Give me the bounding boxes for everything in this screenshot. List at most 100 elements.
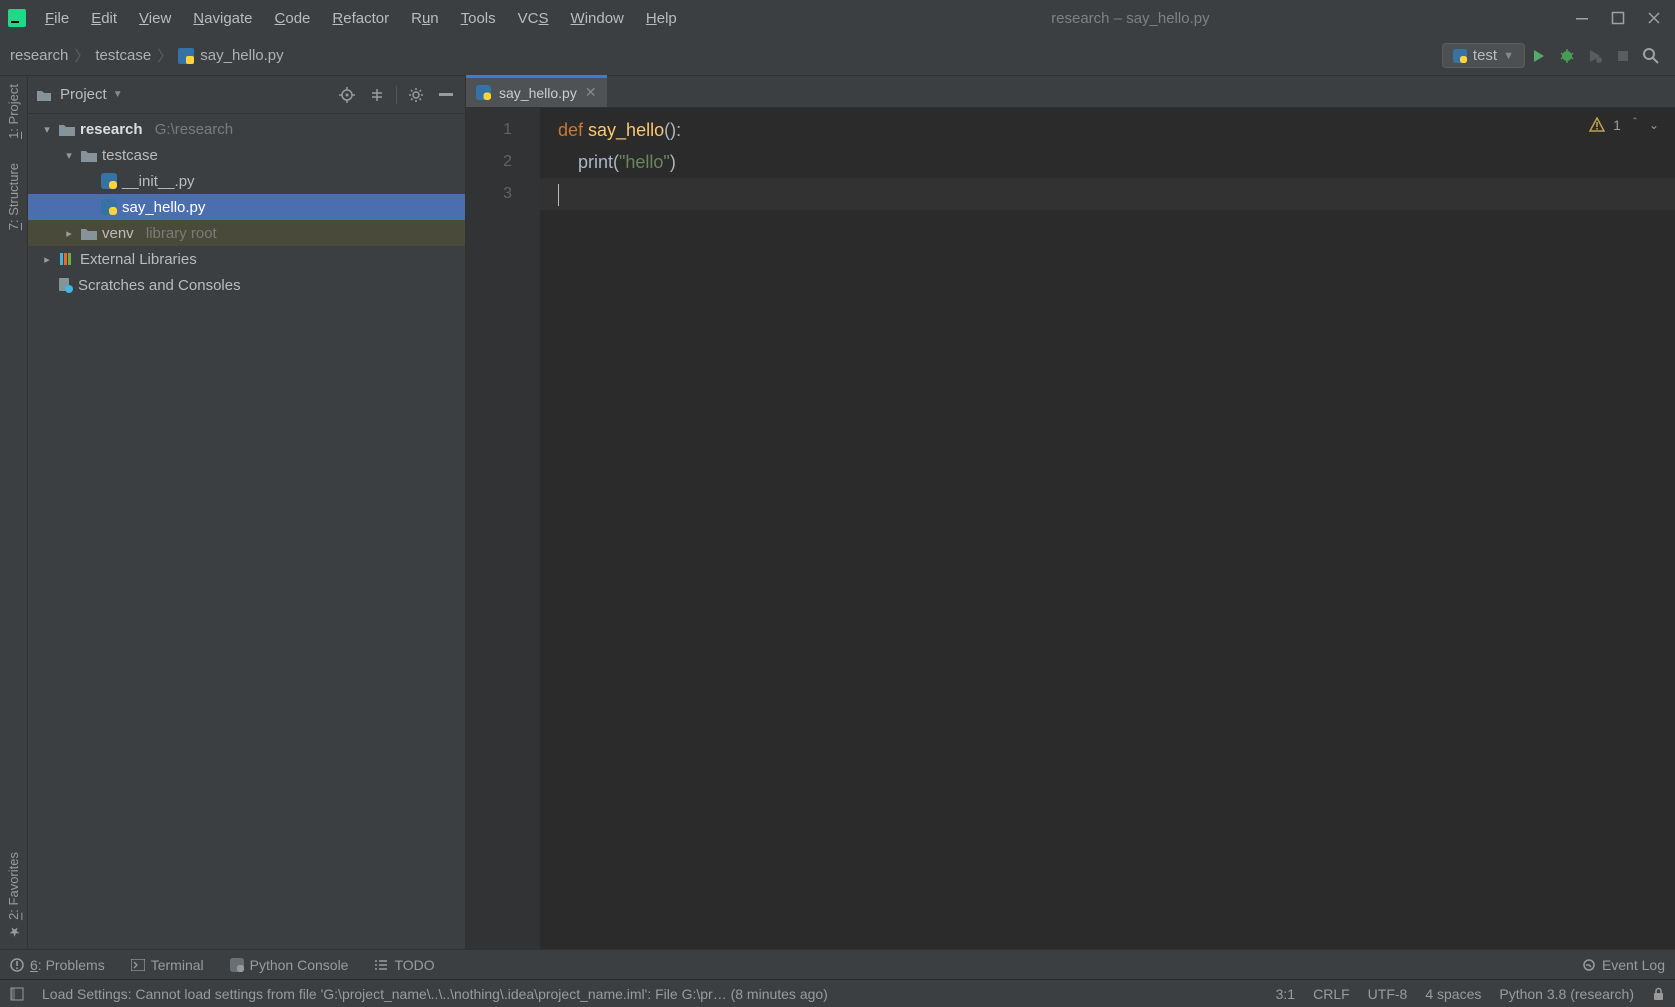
stop-button[interactable] [1609, 42, 1637, 70]
code-text: print( [558, 152, 619, 172]
toolwindow-terminal[interactable]: Terminal [131, 957, 204, 973]
editor-tab-label: say_hello.py [499, 85, 577, 101]
gear-icon[interactable] [405, 84, 427, 106]
breadcrumb-item[interactable]: research [10, 47, 68, 64]
chevron-down-icon[interactable]: ▾ [40, 123, 54, 136]
tree-folder-label: testcase [102, 147, 158, 164]
tree-folder[interactable]: ▾ testcase [28, 142, 465, 168]
menu-refactor[interactable]: Refactor [323, 7, 398, 30]
tree-scratches[interactable]: Scratches and Consoles [28, 272, 465, 298]
toolwindow-python-console[interactable]: Python Console [230, 957, 349, 973]
menu-tools[interactable]: Tools [452, 7, 505, 30]
minimize-icon[interactable] [1575, 11, 1589, 25]
project-tree[interactable]: ▾ research G:\research ▾ testcase __init… [28, 114, 465, 949]
python-file-icon [178, 48, 194, 64]
navbar: research 〉 testcase 〉 say_hello.py test … [0, 36, 1675, 76]
expand-all-icon[interactable] [366, 84, 388, 106]
menu-help[interactable]: Help [637, 7, 686, 30]
main-area: 1: Project 7: Structure ★ 2: Favorites P… [0, 76, 1675, 949]
library-icon [58, 251, 76, 267]
toolwindow-problems[interactable]: 6: Problems [10, 957, 105, 973]
maximize-icon[interactable] [1611, 11, 1625, 25]
close-icon[interactable] [1647, 11, 1661, 25]
app-icon [8, 9, 26, 27]
inspection-widget[interactable]: 1 ＾ ⌄ [1589, 116, 1659, 133]
debug-button[interactable] [1553, 42, 1581, 70]
status-linesep[interactable]: CRLF [1313, 986, 1350, 1002]
menu-run[interactable]: Run [402, 7, 448, 30]
problems-icon [10, 958, 24, 972]
tree-file-label: say_hello.py [122, 199, 205, 216]
status-message[interactable]: Load Settings: Cannot load settings from… [42, 986, 1258, 1002]
toolwindow-project[interactable]: 1: Project [6, 84, 21, 139]
line-gutter[interactable]: 1 2 3 [466, 108, 522, 949]
statusbar-icon[interactable] [10, 987, 24, 1001]
status-caret[interactable]: 3:1 [1276, 986, 1295, 1002]
breadcrumb-item[interactable]: testcase [95, 47, 151, 64]
chevron-right-icon[interactable]: ▸ [40, 253, 54, 266]
editor-tab[interactable]: say_hello.py ✕ [466, 75, 607, 107]
chevron-down-icon: ▼ [113, 89, 123, 100]
todo-label: TODO [394, 957, 434, 973]
caret [558, 184, 559, 206]
folder-icon [80, 225, 98, 241]
menu-vcs[interactable]: VCS [509, 7, 558, 30]
next-highlight-icon[interactable]: ⌄ [1649, 118, 1659, 132]
status-encoding[interactable]: UTF-8 [1368, 986, 1408, 1002]
project-panel-title[interactable]: Project ▼ [60, 86, 328, 103]
toolwindow-eventlog[interactable]: Event Log [1582, 957, 1665, 973]
run-config-label: test [1473, 47, 1497, 64]
python-icon [1453, 49, 1467, 63]
toolwindow-structure[interactable]: 7: Structure [6, 163, 21, 230]
breadcrumb-item[interactable]: say_hello.py [200, 47, 283, 64]
line-number[interactable]: 3 [466, 178, 512, 210]
code-text[interactable]: def say_hello(): print("hello") [540, 108, 1675, 949]
tree-root-label: research [80, 121, 143, 138]
menu-code[interactable]: Code [266, 7, 320, 30]
code-area[interactable]: 1 2 3 def say_hello(): print("hello") 1 … [466, 108, 1675, 949]
chevron-down-icon[interactable]: ▾ [62, 149, 76, 162]
close-tab-icon[interactable]: ✕ [585, 84, 597, 101]
fold-column[interactable] [522, 108, 540, 949]
search-everywhere-button[interactable] [1637, 42, 1665, 70]
menu-navigate[interactable]: Navigate [184, 7, 261, 30]
folder-icon [80, 147, 98, 163]
menu-file[interactable]: File [36, 7, 78, 30]
warning-icon [1589, 117, 1605, 133]
prev-highlight-icon[interactable]: ＾ [1629, 116, 1641, 133]
tree-external-libraries[interactable]: ▸ External Libraries [28, 246, 465, 272]
breadcrumbs: research 〉 testcase 〉 say_hello.py [10, 45, 284, 66]
line-number[interactable]: 1 [466, 114, 512, 146]
status-indent[interactable]: 4 spaces [1425, 986, 1481, 1002]
run-button[interactable] [1525, 42, 1553, 70]
inspection-count: 1 [1613, 117, 1621, 133]
code-text: ) [670, 152, 676, 172]
python-icon [230, 958, 244, 972]
editor: say_hello.py ✕ 1 2 3 def say_hello(): pr… [466, 76, 1675, 949]
window-controls [1575, 11, 1667, 25]
todo-icon [374, 959, 388, 971]
run-coverage-button[interactable] [1581, 42, 1609, 70]
lock-icon[interactable] [1652, 987, 1665, 1001]
tree-root[interactable]: ▾ research G:\research [28, 116, 465, 142]
statusbar: Load Settings: Cannot load settings from… [0, 979, 1675, 1007]
python-file-icon [100, 199, 118, 215]
menu-window[interactable]: Window [562, 7, 633, 30]
tree-folder-venv[interactable]: ▸ venv library root [28, 220, 465, 246]
toolwindow-todo[interactable]: TODO [374, 957, 434, 973]
code-funcname: say_hello [588, 120, 664, 140]
status-interpreter[interactable]: Python 3.8 (research) [1499, 986, 1634, 1002]
hide-icon[interactable] [435, 84, 457, 106]
menu-view[interactable]: View [130, 7, 180, 30]
chevron-right-icon[interactable]: ▸ [62, 227, 76, 240]
toolwindow-favorites[interactable]: ★ 2: Favorites [6, 852, 21, 939]
code-keyword: def [558, 120, 588, 140]
tree-file-selected[interactable]: say_hello.py [28, 194, 465, 220]
pyconsole-label: Python Console [250, 957, 349, 973]
tree-file[interactable]: __init__.py [28, 168, 465, 194]
menu-edit[interactable]: Edit [82, 7, 126, 30]
project-panel: Project ▼ ▾ research G:\research ▾ testc… [28, 76, 466, 949]
locate-icon[interactable] [336, 84, 358, 106]
run-config-selector[interactable]: test ▼ [1442, 43, 1525, 68]
line-number[interactable]: 2 [466, 146, 512, 178]
